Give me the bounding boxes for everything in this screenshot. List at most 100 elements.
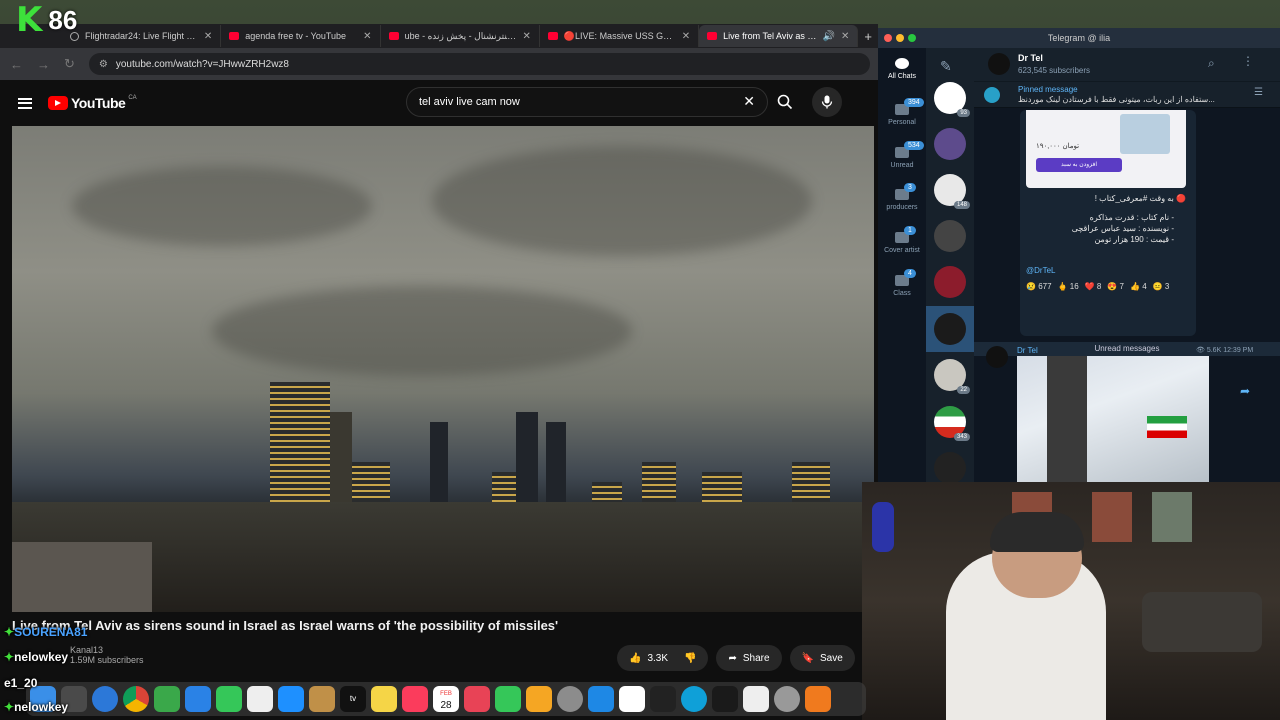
clear-search-icon[interactable]: ✕ [743,93,755,110]
audio-app-icon[interactable] [712,686,738,712]
channel-info[interactable]: Kanal13 1.59M subscribers [70,645,144,665]
app-store-icon[interactable] [588,686,614,712]
reaction-chip[interactable]: 😍 7 [1107,282,1124,291]
channel-name[interactable]: Kanal13 [70,645,144,655]
reload-icon[interactable]: ↻ [64,56,75,72]
reaction-chip[interactable]: 😢 677 [1026,282,1052,291]
obs-icon[interactable] [743,686,769,712]
thumbs-up-icon: 👍 [629,652,642,664]
calendar-month: FEB [440,691,452,697]
youtube-logo[interactable]: YouTube CA [48,95,137,111]
save-button[interactable]: 🔖 Save [789,645,855,671]
cloud [212,286,632,376]
more-options-icon[interactable]: ⋮ [1242,54,1254,68]
sender-name[interactable]: Dr Tel [1017,346,1038,355]
book-product-card[interactable]: ۱۹۰,۰۰۰ تومان افزودن به سبد [1026,110,1186,188]
notes-icon[interactable] [371,686,397,712]
add-to-cart-button[interactable]: افزودن به سبد [1036,158,1122,172]
like-button[interactable]: 👍 3.3K 👎 [617,645,709,671]
folder-label: Cover artist [884,247,920,254]
search-button[interactable] [768,87,802,117]
notion-icon[interactable] [619,686,645,712]
safari-icon[interactable] [92,686,118,712]
maximize-window-icon[interactable] [908,34,916,42]
news-icon[interactable] [464,686,490,712]
pages-icon[interactable] [526,686,552,712]
pinned-list-icon[interactable]: ☰ [1254,87,1263,98]
chrome-icon[interactable] [123,686,149,712]
chat-avatar[interactable]: 93 [934,82,970,117]
bookmark-icon: 🔖 [801,652,815,664]
folder-label: All Chats [887,73,916,80]
dislike-icon[interactable]: 👎 [684,653,696,664]
music-icon[interactable] [402,686,428,712]
post-handle-link[interactable]: @DrTeL [1026,266,1055,275]
reaction-chip[interactable]: ❤️ 8 [1085,282,1102,291]
close-icon[interactable]: ✕ [841,31,849,42]
voice-search-button[interactable] [812,87,842,117]
tab-tel-aviv[interactable]: Live from Tel Aviv as siren 🔊 ✕ [699,25,859,47]
cloud [72,166,372,246]
reaction-chip[interactable]: 🖕 16 [1058,282,1079,291]
photos-icon[interactable] [247,686,273,712]
site-settings-icon[interactable]: ⚙ [99,59,108,70]
folder-unread[interactable]: 534 Unread [878,141,926,169]
fl-studio-icon[interactable] [805,686,831,712]
new-tab-button[interactable]: + [858,29,878,44]
contacts-icon[interactable] [309,686,335,712]
tab-uss-gerald[interactable]: 🔴LIVE: Massive USS Gerald ✕ [540,25,700,47]
maps-icon[interactable] [154,686,180,712]
calendar-app-icon[interactable] [650,686,676,712]
chat-avatar[interactable] [934,220,966,252]
messages-icon[interactable] [278,686,304,712]
close-icon[interactable]: ✕ [522,31,530,42]
search-icon[interactable]: ⌕ [1208,56,1215,71]
forward-icon[interactable]: ➦ [1240,384,1250,398]
close-icon[interactable]: ✕ [363,31,371,42]
tab-iran-international[interactable]: ube - ایران اینترنشنال - پخش زنده ✕ [381,25,540,47]
calendar-icon[interactable]: FEB 28 [433,686,459,712]
forward-icon[interactable]: → [37,57,50,72]
app-icon[interactable] [681,686,707,712]
menu-icon[interactable] [18,97,32,109]
close-window-icon[interactable] [884,34,892,42]
channel-avatar[interactable] [988,53,1010,75]
folder-all-chats[interactable]: All Chats [878,58,926,80]
chat-avatar[interactable]: 148 [934,174,970,209]
tab-agenda[interactable]: agenda free tv - YouTube ✕ [221,25,381,47]
video-player[interactable] [12,126,874,612]
search-input[interactable]: tel aviv live cam now ✕ [406,87,768,117]
pinned-message-bar[interactable]: Pinned message ستفاده از این ربات، میتون… [974,82,1280,108]
back-icon[interactable]: ← [10,57,23,72]
facetime-icon[interactable] [216,686,242,712]
post-photo[interactable] [1017,356,1209,482]
close-icon[interactable]: ✕ [204,31,212,42]
folder-personal[interactable]: 394 Personal [878,98,926,126]
apple-tv-icon[interactable]: tv [340,686,366,712]
chat-avatar-dr-tel[interactable] [934,313,966,345]
channel-name[interactable]: Dr Tel [1018,53,1043,63]
folder-class[interactable]: 4 Class [878,269,926,297]
settings-icon[interactable] [557,686,583,712]
share-button[interactable]: ➦ Share [716,645,782,671]
chat-avatar[interactable]: 343 [934,406,970,441]
chat-avatar[interactable] [934,128,966,160]
folder-producers[interactable]: 3 producers [878,183,926,211]
mail-icon[interactable] [185,686,211,712]
chat-avatar[interactable] [934,452,966,482]
compose-icon[interactable]: ✎ [940,58,952,75]
youtube-icon [547,32,558,40]
chat-avatar[interactable] [934,266,966,298]
reaction-chip[interactable]: 👍 4 [1130,282,1147,291]
reaction-chip[interactable]: 😐 3 [1153,282,1170,291]
folder-cover-artist[interactable]: 1 Cover artist [878,226,926,254]
url-field[interactable]: ⚙ youtube.com/watch?v=JHwwZRH2wz8 [88,53,870,75]
utility-icon[interactable] [774,686,800,712]
numbers-icon[interactable] [495,686,521,712]
youtube-wordmark: YouTube [71,95,126,111]
minimize-window-icon[interactable] [896,34,904,42]
speaker-icon[interactable]: 🔊 [823,31,835,42]
chat-avatar[interactable]: 22 [934,359,970,394]
sender-avatar[interactable] [986,346,1008,368]
close-icon[interactable]: ✕ [682,31,690,42]
